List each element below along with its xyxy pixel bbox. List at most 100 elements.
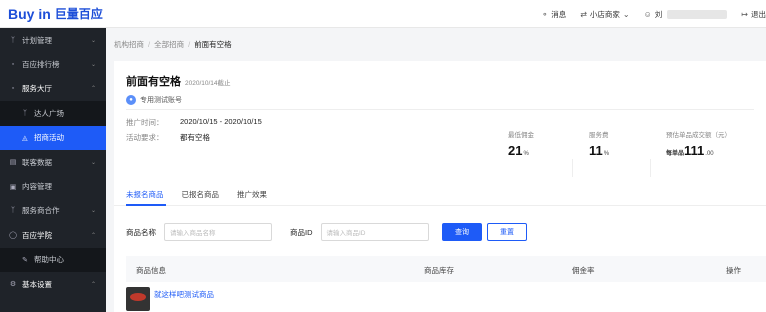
stat-value-wrap: 21%	[508, 143, 534, 158]
product-id-label: 商品ID	[290, 227, 313, 237]
data-icon: ▤	[9, 159, 17, 167]
chart-icon: ▫	[11, 85, 15, 93]
stat-prefix: 每单品	[666, 151, 685, 157]
sidebar-item-data[interactable]: ▤ 联客数据 ⌄	[0, 150, 106, 174]
stat-unit: .00	[705, 151, 714, 157]
stat-label: 最低佣金	[508, 132, 534, 139]
breadcrumb-item[interactable]: 全部招商	[154, 39, 184, 50]
sidebar-item-service-hall[interactable]: ▫ 服务大厅 ⌃	[0, 77, 106, 101]
sidebar-item-label: 基本设置	[22, 279, 52, 289]
gear-icon: ⚙	[9, 281, 17, 289]
brand-logo[interactable]: Buy in 巨量百应	[0, 5, 106, 22]
breadcrumb-sep: /	[188, 39, 191, 49]
chevron-down-icon: ⌄	[90, 62, 96, 69]
bell-icon: ⚬	[541, 9, 549, 19]
chevron-up-icon: ⌃	[90, 232, 96, 239]
sidebar-item-label: 百应学院	[22, 230, 52, 240]
tab-divider	[114, 205, 766, 206]
promo-time-label: 推广时间：	[126, 118, 164, 127]
sidebar-item-label: 服务商合作	[22, 206, 60, 216]
promo-time-value: 2020/10/15 - 2020/10/15	[180, 117, 262, 126]
sidebar-item-label: 服务大厅	[22, 84, 52, 94]
query-button[interactable]: 查询	[442, 223, 482, 241]
chevron-up-icon: ⌃	[90, 86, 96, 93]
stat-value: 21	[508, 143, 523, 158]
stat-service-fee: 服务费 11%	[589, 129, 609, 158]
main-content: 机构招商 / 全部招商 / 前面有空格 前面有空格 2020/10/14截止 ●…	[106, 28, 766, 312]
tab-effect[interactable]: 推广效果	[237, 189, 267, 200]
sidebar-item-label: 达人广场	[34, 108, 64, 118]
brand-name: Buy in	[8, 5, 51, 22]
chart-icon: ▫	[11, 61, 15, 69]
chevron-down-icon: ⌄	[90, 37, 96, 44]
sidebar-item-recruit-activity[interactable]: ◬ 招商活动	[0, 125, 106, 150]
brand-sub: 巨量百应	[54, 7, 103, 21]
sidebar-item-talent-square[interactable]: ᛉ 达人广场	[0, 101, 106, 126]
stat-unit: %	[603, 151, 610, 157]
product-id-input[interactable]: 请输入商品ID	[320, 223, 429, 241]
sidebar-item-help[interactable]: ✎ 帮助中心	[0, 247, 106, 272]
account-name: 专用测试账号	[140, 97, 182, 104]
bulb-icon: ◯	[9, 232, 17, 240]
sidebar-item-content[interactable]: ▣ 内容管理	[0, 174, 106, 198]
sidebar-item-plan[interactable]: ᛉ 计划管理 ⌄	[0, 28, 106, 52]
activity-header: 前面有空格 2020/10/14截止	[126, 73, 231, 89]
breadcrumb-item[interactable]: 机构招商	[114, 39, 144, 50]
promo-time-row: 推广时间： 2020/10/15 - 2020/10/15	[126, 117, 262, 128]
requirement-label: 活动要求：	[126, 133, 164, 142]
sidebar: ᛉ 计划管理 ⌄ ▫ 百应排行榜 ⌄ ▫ 服务大厅 ⌃ ᛉ 达人广场 ◬ 招商活…	[0, 28, 106, 312]
product-thumbnail	[126, 287, 150, 311]
reset-button[interactable]: 重置	[487, 223, 527, 241]
product-id-filter: 商品ID 请输入商品ID	[290, 223, 429, 241]
sidebar-item-academy[interactable]: ◯ 百应学院 ⌃	[0, 223, 106, 247]
message-link[interactable]: ⚬ 消息	[542, 9, 567, 20]
product-card: 未报名商品 已报名商品 推广效果 商品名称 请输入商品名称 商品ID 请输入商品…	[114, 177, 766, 312]
stat-value: 11	[589, 143, 603, 158]
edit-icon: ✎	[22, 256, 28, 264]
breadcrumb-current: 前面有空格	[194, 39, 232, 49]
logout-icon: ↦	[741, 9, 748, 19]
col-commission: 佣金率	[572, 266, 595, 275]
stat-divider	[572, 159, 573, 179]
stat-label: 预估单品成交额（元）	[666, 132, 731, 139]
account-info: ● 专用测试账号	[126, 95, 182, 105]
logout-label: 退出	[751, 9, 766, 19]
sidebar-item-ranking[interactable]: ▫ 百应排行榜 ⌄	[0, 52, 106, 76]
table-row: 就这样吧测试商品	[126, 287, 214, 311]
product-name-link[interactable]: 就这样吧测试商品	[154, 289, 214, 300]
user-menu[interactable]: ☺ 刘	[644, 9, 728, 20]
stat-unit: %	[523, 151, 529, 157]
requirement-value: 都有空格	[180, 133, 210, 142]
tab-registered[interactable]: 已报名商品	[182, 189, 220, 200]
user-name: 刘	[654, 9, 663, 19]
active-tab-indicator	[126, 204, 166, 206]
sidebar-item-label: 帮助中心	[34, 255, 64, 265]
table-header: 商品信息 商品库存 佣金率 操作	[126, 256, 766, 282]
chevron-down-icon: ⌄	[90, 159, 96, 166]
chevron-down-icon: ⌄	[622, 9, 630, 19]
people-icon: ᛉ	[10, 36, 16, 44]
logout-button[interactable]: ↦ 退出	[741, 9, 766, 20]
user-icon: ☺	[643, 9, 652, 19]
stat-label: 服务费	[589, 132, 609, 139]
breadcrumb-sep: /	[148, 39, 151, 49]
top-bar: Buy in 巨量百应 ⚬ 消息 ⇄ 小店商家 ⌄ ☺ 刘 ↦ 退出	[0, 0, 766, 28]
sidebar-item-settings[interactable]: ⚙ 基本设置 ⌃	[0, 272, 106, 296]
product-name-label: 商品名称	[126, 227, 156, 237]
stat-value-wrap: 每单品111.00	[666, 143, 731, 158]
account-icon: ●	[126, 95, 136, 105]
product-name-input[interactable]: 请输入商品名称	[164, 223, 272, 241]
people-icon: ᛉ	[10, 207, 16, 215]
store-switcher[interactable]: ⇄ 小店商家 ⌄	[580, 9, 629, 20]
product-name-filter: 商品名称 请输入商品名称	[126, 223, 272, 241]
stat-est-sales: 预估单品成交额（元） 每单品111.00	[666, 129, 731, 158]
chevron-up-icon: ⌃	[90, 281, 96, 288]
chevron-down-icon: ⌄	[90, 208, 96, 215]
swap-icon: ⇄	[580, 9, 587, 19]
sidebar-item-partner[interactable]: ᛉ 服务商合作 ⌄	[0, 199, 106, 223]
sidebar-item-label: 内容管理	[22, 182, 52, 192]
breadcrumb: 机构招商 / 全部招商 / 前面有空格	[106, 28, 766, 60]
col-stock: 商品库存	[424, 266, 454, 275]
tab-unregistered[interactable]: 未报名商品	[126, 189, 164, 200]
sidebar-item-label: 联客数据	[22, 157, 52, 167]
